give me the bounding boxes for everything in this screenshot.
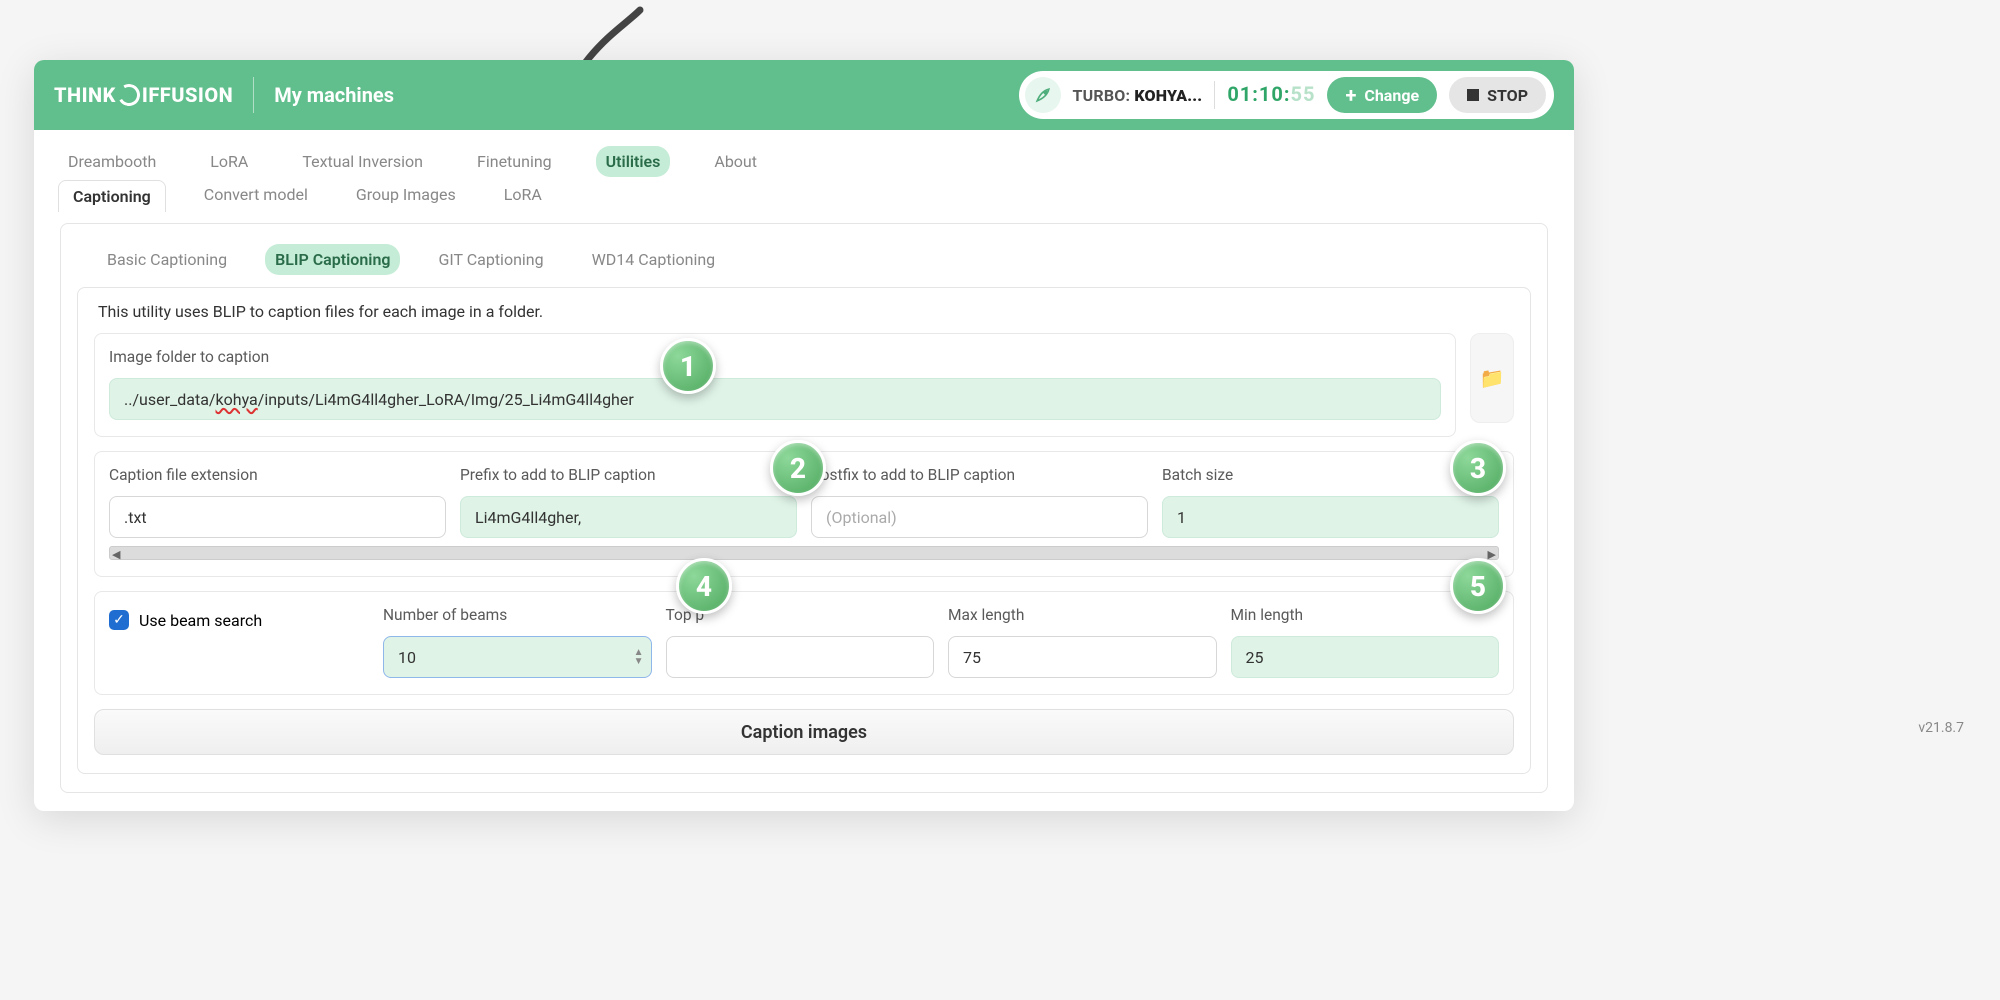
folder-input[interactable]: ../user_data/kohya/inputs/Li4mG4ll4gher_… xyxy=(109,378,1441,420)
divider xyxy=(253,77,254,113)
minlen-col: Min length xyxy=(1231,606,1500,678)
batch-label: Batch size xyxy=(1162,466,1499,484)
tab-finetuning[interactable]: Finetuning xyxy=(467,146,562,177)
level3-tabs: Basic Captioning BLIP Captioning GIT Cap… xyxy=(77,238,1531,287)
app-window: THINK IFFUSION My machines TURBO: KOHYA.… xyxy=(34,60,1574,811)
folder-icon: 📁 xyxy=(1480,366,1505,390)
checkmark-icon: ✓ xyxy=(109,610,129,630)
stop-button[interactable]: STOP xyxy=(1449,77,1546,113)
folder-row: Image folder to caption ../user_data/koh… xyxy=(94,333,1514,451)
stop-icon xyxy=(1467,89,1479,101)
my-machines-link[interactable]: My machines xyxy=(274,83,394,107)
machine-name: TURBO: KOHYA... xyxy=(1073,86,1203,105)
ext-input[interactable] xyxy=(109,496,446,538)
batch-input[interactable] xyxy=(1162,496,1499,538)
change-button[interactable]: + Change xyxy=(1327,77,1437,113)
tab-basic-captioning[interactable]: Basic Captioning xyxy=(97,244,237,275)
tab-dreambooth[interactable]: Dreambooth xyxy=(58,146,166,177)
postfix-col: Postfix to add to BLIP caption xyxy=(811,466,1148,538)
minlen-label: Min length xyxy=(1231,606,1500,624)
spinner-arrows-icon[interactable]: ▲▼ xyxy=(634,648,644,666)
tab-convert-model[interactable]: Convert model xyxy=(194,179,318,211)
level1-tabs: Dreambooth LoRA Textual Inversion Finetu… xyxy=(52,136,1556,177)
tab-utilities[interactable]: Utilities xyxy=(596,146,671,177)
beam-col: ✓ Use beam search xyxy=(109,606,369,630)
tab-textual-inversion[interactable]: Textual Inversion xyxy=(292,146,433,177)
session-timer: 01:10:55 xyxy=(1227,82,1315,108)
postfix-label: Postfix to add to BLIP caption xyxy=(811,466,1148,484)
rocket-icon xyxy=(1025,77,1061,113)
tab-wd14-captioning[interactable]: WD14 Captioning xyxy=(582,244,726,275)
beam-label: Use beam search xyxy=(139,611,262,630)
annotation-4: 4 xyxy=(676,558,732,614)
batch-col: Batch size xyxy=(1162,466,1499,538)
blip-panel: This utility uses BLIP to caption files … xyxy=(77,287,1531,774)
ext-label: Caption file extension xyxy=(109,466,446,484)
annotation-2: 2 xyxy=(770,440,826,496)
beam-row: ✓ Use beam search Number of beams ▲▼ xyxy=(109,606,1499,678)
tab-blip-captioning[interactable]: BLIP Captioning xyxy=(265,244,400,275)
numbeams-input[interactable] xyxy=(383,636,652,678)
prefix-label: Prefix to add to BLIP caption xyxy=(460,466,797,484)
tab-lora-sub[interactable]: LoRA xyxy=(494,179,552,211)
tab-about[interactable]: About xyxy=(704,146,767,177)
blip-description: This utility uses BLIP to caption files … xyxy=(94,302,1514,333)
brand-pre: THINK xyxy=(54,83,116,107)
folder-browse-button[interactable]: 📁 xyxy=(1470,333,1514,423)
maxlen-col: Max length xyxy=(948,606,1217,678)
tab-captioning[interactable]: Captioning xyxy=(58,180,166,212)
tab-lora[interactable]: LoRA xyxy=(200,146,258,177)
prefix-col: Prefix to add to BLIP caption xyxy=(460,466,797,538)
horizontal-scrollbar[interactable]: ◀ ▶ xyxy=(109,546,1499,560)
minlen-input[interactable] xyxy=(1231,636,1500,678)
ext-col: Caption file extension xyxy=(109,466,446,538)
maxlen-input[interactable] xyxy=(948,636,1217,678)
utilities-panel: Basic Captioning BLIP Captioning GIT Cap… xyxy=(60,223,1548,793)
topbar: THINK IFFUSION My machines TURBO: KOHYA.… xyxy=(34,60,1574,130)
folder-fieldbox: Image folder to caption ../user_data/koh… xyxy=(94,333,1456,437)
annotation-1: 1 xyxy=(660,338,716,394)
scroll-right-icon: ▶ xyxy=(1488,548,1496,561)
plus-icon: + xyxy=(1345,85,1356,105)
postfix-input[interactable] xyxy=(811,496,1148,538)
machine-status-pill: TURBO: KOHYA... 01:10:55 + Change STOP xyxy=(1019,71,1554,119)
caption-images-button[interactable]: Caption images xyxy=(94,709,1514,755)
folder-label: Image folder to caption xyxy=(109,348,1441,366)
maxlen-label: Max length xyxy=(948,606,1217,624)
annotation-5: 5 xyxy=(1450,558,1506,614)
brand-post: IFFUSION xyxy=(142,83,233,107)
scroll-left-icon: ◀ xyxy=(112,548,120,561)
brand-ring-icon xyxy=(115,82,142,109)
level2-tabs: Captioning Convert model Group Images Lo… xyxy=(52,177,1556,223)
divider xyxy=(1214,81,1215,109)
topp-input[interactable] xyxy=(666,636,935,678)
prefix-input[interactable] xyxy=(460,496,797,538)
annotation-3: 3 xyxy=(1450,440,1506,496)
tab-group-images[interactable]: Group Images xyxy=(346,179,466,211)
brand-logo: THINK IFFUSION xyxy=(54,83,233,107)
version-label: v21.8.7 xyxy=(1918,720,1964,736)
numbeams-col: Number of beams ▲▼ xyxy=(383,606,652,678)
topp-col: Top p xyxy=(666,606,935,678)
beam-fieldbox: ✓ Use beam search Number of beams ▲▼ xyxy=(94,591,1514,695)
numbeams-label: Number of beams xyxy=(383,606,652,624)
tab-git-captioning[interactable]: GIT Captioning xyxy=(428,244,553,275)
use-beam-checkbox[interactable]: ✓ Use beam search xyxy=(109,606,369,630)
